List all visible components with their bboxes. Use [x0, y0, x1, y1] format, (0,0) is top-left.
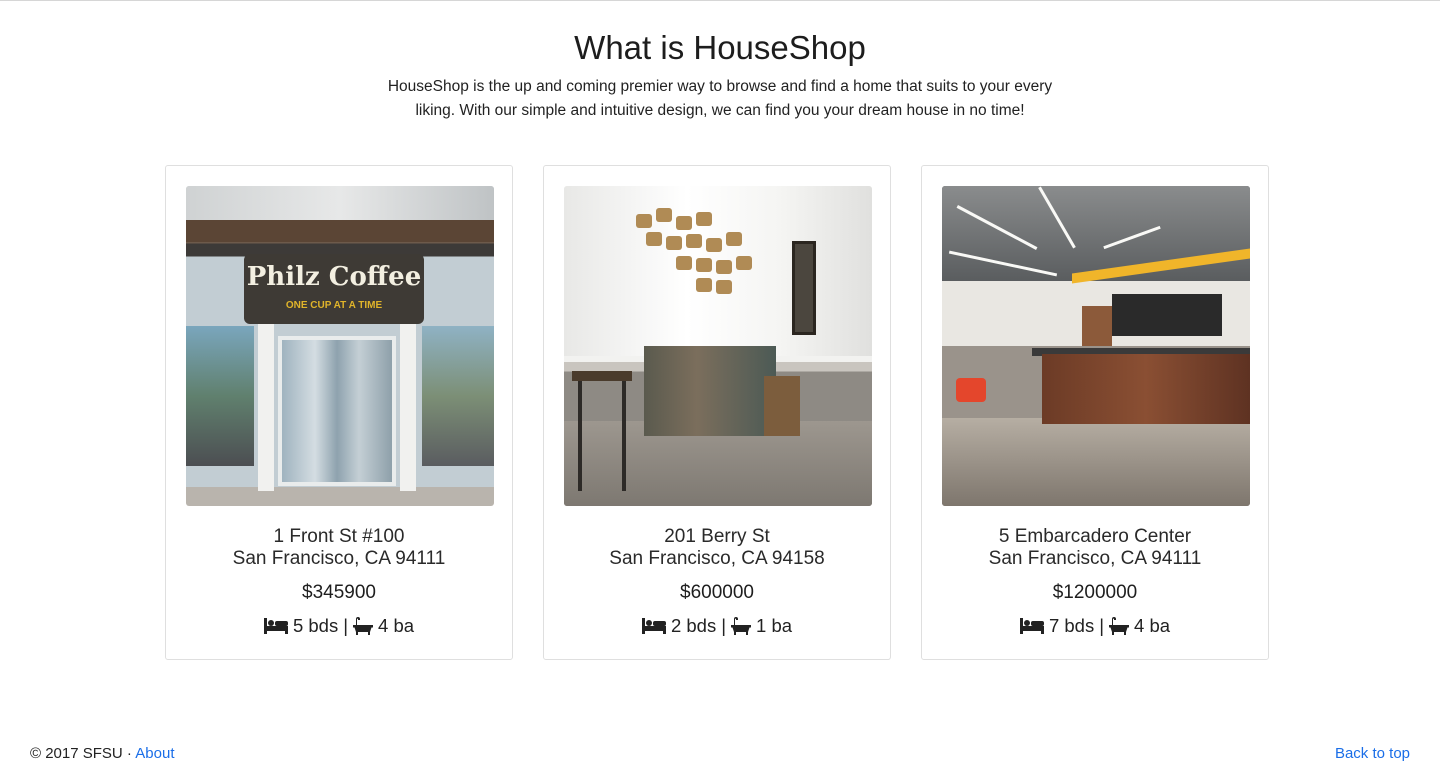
bed-icon — [1019, 618, 1044, 634]
address-line-2: San Francisco, CA 94158 — [609, 548, 825, 569]
storefront-sign: Philz Coffee ONE CUP AT A TIME — [244, 254, 424, 324]
listing-card[interactable]: 5 Embarcadero Center San Francisco, CA 9… — [921, 165, 1269, 660]
footer-copyright: © 2017 SFSU · About — [30, 744, 174, 764]
address-line-2: San Francisco, CA 94111 — [232, 548, 446, 569]
listing-photo[interactable] — [942, 186, 1250, 506]
page: What is HouseShop HouseShop is the up an… — [0, 0, 1440, 781]
listing-specs: 2 bds | 1 ba — [564, 615, 870, 637]
baths-count: 1 ba — [756, 615, 793, 636]
listing-card[interactable]: 201 Berry St San Francisco, CA 94158 $60… — [543, 165, 891, 660]
separator: | — [1099, 615, 1105, 636]
bath-icon — [1109, 617, 1130, 635]
footer-right: Back to top — [1335, 744, 1410, 764]
beds-count: 7 bds — [1048, 615, 1095, 636]
beds-count: 2 bds — [670, 615, 717, 636]
listing-card[interactable]: Philz Coffee ONE CUP AT A TIME 1 Front S… — [165, 165, 513, 660]
listing-cards: Philz Coffee ONE CUP AT A TIME 1 Front S… — [165, 165, 1269, 660]
address-line-2: San Francisco, CA 94111 — [988, 548, 1202, 569]
listing-specs: 5 bds | 4 ba — [186, 615, 492, 637]
bath-icon — [353, 617, 374, 635]
back-to-top-link[interactable]: Back to top — [1335, 745, 1410, 762]
beds-count: 5 bds — [292, 615, 339, 636]
listing-address: 1 Front St #100 San Francisco, CA 94111 — [186, 526, 492, 570]
listing-price: $600000 — [680, 582, 754, 603]
listing-specs: 7 bds | 4 ba — [942, 615, 1248, 637]
separator: | — [343, 615, 349, 636]
about-link[interactable]: About — [135, 745, 174, 762]
listing-address: 5 Embarcadero Center San Francisco, CA 9… — [942, 526, 1248, 570]
copyright-text: © 2017 SFSU · — [30, 745, 132, 762]
bath-icon — [731, 617, 752, 635]
page-title: What is HouseShop — [574, 29, 866, 66]
address-line-1: 201 Berry St — [664, 526, 770, 547]
listing-address: 201 Berry St San Francisco, CA 94158 — [564, 526, 870, 570]
intro-description: HouseShop is the up and coming premier w… — [387, 78, 1053, 119]
intro-section: What is HouseShop HouseShop is the up an… — [0, 27, 1440, 123]
listing-photo[interactable]: Philz Coffee ONE CUP AT A TIME — [186, 186, 494, 506]
listing-photo[interactable] — [564, 186, 872, 506]
bed-icon — [263, 618, 288, 634]
address-line-1: 1 Front St #100 — [273, 526, 405, 547]
separator: | — [721, 615, 727, 636]
listing-price: $1200000 — [1052, 582, 1138, 603]
baths-count: 4 ba — [1134, 615, 1171, 636]
listing-price: $345900 — [302, 582, 376, 603]
address-line-1: 5 Embarcadero Center — [998, 526, 1192, 547]
bed-icon — [641, 618, 666, 634]
baths-count: 4 ba — [378, 615, 415, 636]
